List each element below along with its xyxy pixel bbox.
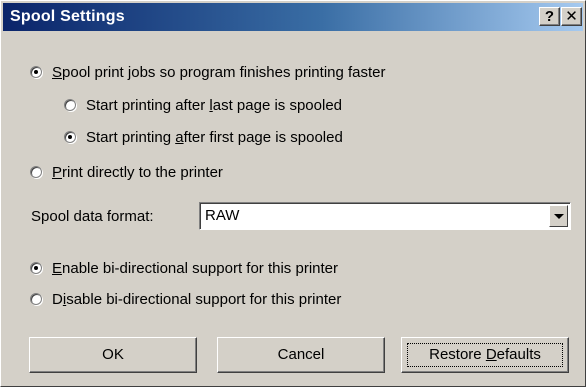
radio-start-after-last-page[interactable]: Start printing after last page is spoole… — [64, 95, 342, 115]
radio-spool-print-jobs[interactable]: Spool print jobs so program finishes pri… — [30, 62, 386, 82]
radio-after-first-label: Start printing after first page is spool… — [86, 128, 343, 146]
radio-disable-bidi-label: Disable bi-directional support for this … — [52, 290, 342, 308]
radio-button-unchecked[interactable] — [30, 166, 42, 178]
radio-spool-label: Spool print jobs so program finishes pri… — [52, 63, 386, 81]
radio-button-unchecked[interactable] — [30, 293, 42, 305]
radio-button-checked[interactable] — [64, 131, 76, 143]
dialog-title: Spool Settings — [10, 8, 125, 25]
ok-button[interactable]: OK — [29, 337, 197, 373]
chevron-down-icon[interactable] — [549, 205, 568, 227]
restore-defaults-label: Restore Defaults — [407, 343, 563, 367]
title-bar[interactable]: Spool Settings ? ✕ — [3, 3, 583, 31]
radio-enable-bidi[interactable]: Enable bi-directional support for this p… — [30, 258, 338, 278]
restore-defaults-button[interactable]: Restore Defaults — [401, 337, 569, 373]
radio-start-after-first-page[interactable]: Start printing after first page is spool… — [64, 127, 343, 147]
close-icon: ✕ — [565, 8, 578, 25]
radio-button-checked[interactable] — [30, 262, 42, 274]
radio-print-directly[interactable]: Print directly to the printer — [30, 162, 223, 182]
radio-print-directly-label: Print directly to the printer — [52, 163, 223, 181]
close-button[interactable]: ✕ — [561, 7, 582, 26]
radio-disable-bidi[interactable]: Disable bi-directional support for this … — [30, 289, 341, 309]
radio-enable-bidi-label: Enable bi-directional support for this p… — [52, 259, 338, 277]
help-button[interactable]: ? — [539, 7, 560, 26]
cancel-button[interactable]: Cancel — [217, 337, 385, 373]
spool-data-format-select[interactable]: RAW — [199, 202, 571, 230]
radio-button-unchecked[interactable] — [64, 99, 76, 111]
spool-data-format-value: RAW — [205, 207, 240, 224]
radio-after-last-label: Start printing after last page is spoole… — [86, 96, 343, 114]
spool-data-format-label: Spool data format: — [31, 208, 154, 225]
spool-settings-dialog: Spool Settings ? ✕ Spool print jobs so p… — [0, 0, 586, 387]
radio-button-checked[interactable] — [30, 66, 42, 78]
